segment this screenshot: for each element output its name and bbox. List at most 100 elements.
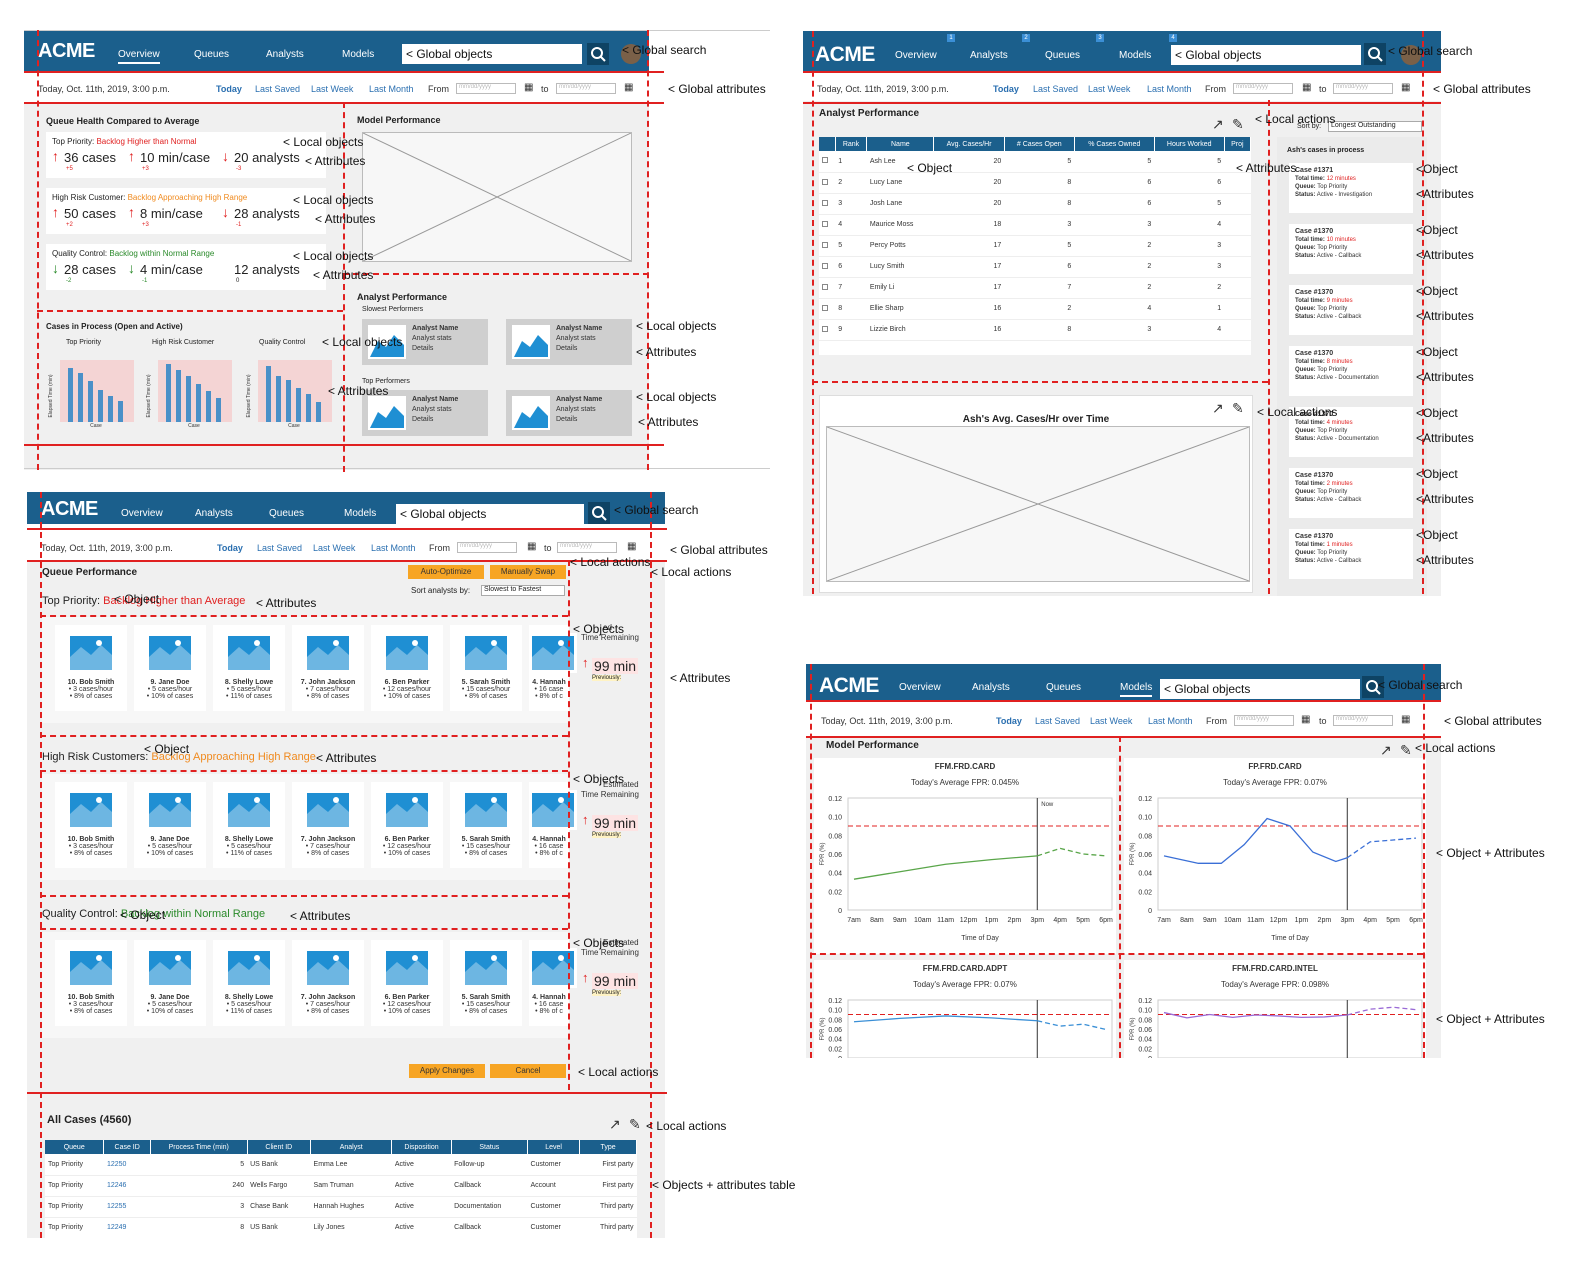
analyst-card[interactable]: 4. Hannah • 16 case • 8% of c bbox=[529, 625, 577, 711]
table-row[interactable]: 7 Emily Li 17 7 2 2 bbox=[819, 277, 1251, 299]
column-header[interactable]: Rank bbox=[835, 137, 868, 151]
share-icon[interactable]: ↗ bbox=[1212, 400, 1224, 417]
table-row[interactable]: Top Priority 12249 8 US Bank Lily Jones Activ… bbox=[45, 1217, 637, 1238]
filter-last-week[interactable]: Last Week bbox=[311, 84, 353, 94]
search-button[interactable] bbox=[588, 502, 610, 524]
row-checkbox[interactable] bbox=[819, 151, 836, 173]
nav-models[interactable]: Models bbox=[1120, 682, 1153, 697]
nav-queues[interactable]: Queues bbox=[194, 49, 229, 60]
search-button[interactable] bbox=[1364, 43, 1386, 65]
to-date-input[interactable]: mm/dd/yyyy bbox=[1333, 83, 1393, 94]
nav-overview[interactable]: Overview bbox=[121, 508, 163, 519]
column-header[interactable]: Level bbox=[527, 1140, 581, 1154]
analyst-card[interactable]: 5. Sarah Smith • 15 cases/hour • 8% of cas… bbox=[450, 782, 522, 868]
filter-last-saved[interactable]: Last Saved bbox=[257, 543, 302, 553]
column-header[interactable]: Name bbox=[866, 137, 935, 151]
mini-bar-chart[interactable]: Elapsed Time (min) Case bbox=[144, 358, 234, 429]
column-header[interactable]: # Cases Open bbox=[1004, 137, 1075, 151]
global-search-input[interactable]: < Global objects bbox=[1160, 679, 1360, 699]
model-chart[interactable]: FP.FRD.CARD Today's Average FPR: 0.07% 0… bbox=[1124, 758, 1426, 954]
queue-health-card-3[interactable]: Quality Control: Backlog within Normal R… bbox=[46, 244, 326, 290]
edit-icon[interactable]: ✎ bbox=[1400, 742, 1412, 759]
from-date-input[interactable]: mm/dd/yyyy bbox=[1233, 83, 1293, 94]
calendar-icon[interactable]: ▦ bbox=[1301, 714, 1310, 725]
from-date-input[interactable]: mm/dd/yyyy bbox=[456, 83, 516, 94]
analyst-card[interactable]: 7. John Jackson • 7 cases/hour • 8% of cas… bbox=[292, 782, 364, 868]
column-header[interactable]: Avg. Cases/Hr bbox=[933, 137, 1005, 151]
filter-today[interactable]: Today bbox=[217, 543, 243, 553]
calendar-icon[interactable]: ▦ bbox=[627, 541, 636, 552]
case-card[interactable]: Case #1370 Total time: 1 minutes Queue: To… bbox=[1289, 529, 1413, 579]
nav-models[interactable]: Models bbox=[1119, 50, 1151, 61]
from-date-input[interactable]: mm/dd/yyyy bbox=[457, 542, 517, 553]
share-icon[interactable]: ↗ bbox=[1212, 116, 1224, 133]
share-icon[interactable]: ↗ bbox=[1380, 742, 1392, 759]
nav-overview[interactable]: Overview bbox=[118, 49, 160, 64]
filter-today[interactable]: Today bbox=[996, 716, 1022, 726]
filter-last-week[interactable]: Last Week bbox=[313, 543, 355, 553]
column-header[interactable]: Proj bbox=[1224, 137, 1251, 151]
case-card[interactable]: Case #1370 Total time: 8 minutes Queue: To… bbox=[1289, 346, 1413, 396]
analyst-card[interactable]: 8. Shelly Lowe • 5 cases/hour • 11% of cas… bbox=[213, 940, 285, 1026]
calendar-icon[interactable]: ▦ bbox=[1401, 714, 1410, 725]
nav-queues[interactable]: Queues bbox=[269, 508, 304, 519]
filter-today[interactable]: Today bbox=[993, 84, 1019, 94]
analyst-card[interactable]: 5. Sarah Smith • 15 cases/hour • 8% of cas… bbox=[450, 940, 522, 1026]
row-checkbox[interactable] bbox=[819, 256, 836, 278]
analyst-card[interactable]: 10. Bob Smith • 3 cases/hour • 8% of cases bbox=[55, 940, 127, 1026]
table-row[interactable]: 6 Lucy Smith 17 6 2 3 bbox=[819, 256, 1251, 278]
table-row[interactable]: 2 Lucy Lane 20 8 6 6 bbox=[819, 172, 1251, 194]
analyst-card[interactable]: 6. Ben Parker • 12 cases/hour • 10% of cas… bbox=[371, 625, 443, 711]
nav-models[interactable]: Models bbox=[344, 508, 376, 519]
auto-optimize-button[interactable]: Auto-Optimize bbox=[408, 565, 484, 579]
to-date-input[interactable]: mm/dd/yyyy bbox=[1333, 715, 1393, 726]
global-search-input[interactable]: < Global objects bbox=[402, 44, 582, 64]
row-checkbox[interactable] bbox=[819, 319, 836, 341]
analyst-card[interactable]: 8. Shelly Lowe • 5 cases/hour • 11% of cas… bbox=[213, 625, 285, 711]
column-header[interactable]: Type bbox=[579, 1140, 637, 1154]
analyst-card[interactable]: 6. Ben Parker • 12 cases/hour • 10% of cas… bbox=[371, 940, 443, 1026]
case-card[interactable]: Case #1370 Total time: 2 minutes Queue: To… bbox=[1289, 468, 1413, 518]
table-cell[interactable]: 12249 bbox=[103, 1217, 151, 1238]
to-date-input[interactable]: mm/dd/yyyy bbox=[557, 542, 617, 553]
edit-icon[interactable]: ✎ bbox=[1232, 400, 1244, 417]
table-row[interactable]: 5 Percy Potts 17 5 2 3 bbox=[819, 235, 1251, 257]
column-header[interactable]: Analyst bbox=[310, 1140, 393, 1154]
case-card[interactable]: Case #1370 Total time: 9 minutes Queue: To… bbox=[1289, 285, 1413, 335]
sort-select[interactable]: Longest Outstanding bbox=[1328, 121, 1422, 132]
from-date-input[interactable]: mm/dd/yyyy bbox=[1234, 715, 1294, 726]
filter-last-saved[interactable]: Last Saved bbox=[255, 84, 300, 94]
analyst-chart-card[interactable]: Ash's Avg. Cases/Hr over Time bbox=[819, 395, 1253, 593]
table-row[interactable]: Top Priority 12255 3 Chase Bank Hannah Hughe… bbox=[45, 1196, 637, 1218]
analyst-card[interactable]: Analyst Name Analyst stats Details bbox=[506, 319, 632, 365]
row-checkbox[interactable] bbox=[819, 235, 836, 257]
sort-select[interactable]: Slowest to Fastest bbox=[481, 585, 565, 596]
column-header[interactable]: Client ID bbox=[247, 1140, 312, 1154]
analyst-card[interactable]: 7. John Jackson • 7 cases/hour • 8% of cas… bbox=[292, 940, 364, 1026]
apply-changes-button[interactable]: Apply Changes bbox=[409, 1064, 485, 1078]
global-search-input[interactable]: < Global objects bbox=[1171, 45, 1361, 65]
manually-swap-button[interactable]: Manually Swap bbox=[490, 565, 566, 579]
calendar-icon[interactable]: ▦ bbox=[524, 82, 533, 93]
column-header[interactable]: % Cases Owned bbox=[1074, 137, 1155, 151]
model-chart-placeholder[interactable] bbox=[362, 132, 632, 262]
mini-bar-chart[interactable]: Elapsed Time (min) Case bbox=[244, 358, 334, 429]
table-cell[interactable]: 12246 bbox=[103, 1175, 151, 1197]
nav-queues[interactable]: Queues bbox=[1046, 682, 1081, 693]
share-icon[interactable]: ↗ bbox=[609, 1116, 621, 1133]
filter-last-month[interactable]: Last Month bbox=[371, 543, 416, 553]
nav-queues[interactable]: Queues bbox=[1045, 50, 1080, 61]
nav-models[interactable]: Models bbox=[342, 49, 374, 60]
global-search-input[interactable]: < Global objects bbox=[396, 504, 584, 524]
table-cell[interactable]: 12250 bbox=[103, 1154, 151, 1176]
analyst-card[interactable]: 9. Jane Doe • 5 cases/hour • 10% of cases bbox=[134, 782, 206, 868]
analyst-card[interactable]: Analyst Name Analyst stats Details bbox=[506, 390, 632, 436]
analyst-card[interactable]: 10. Bob Smith • 3 cases/hour • 8% of cases bbox=[55, 782, 127, 868]
nav-analysts[interactable]: Analysts bbox=[972, 682, 1010, 693]
filter-last-month[interactable]: Last Month bbox=[369, 84, 414, 94]
column-header[interactable]: Queue bbox=[45, 1140, 105, 1154]
filter-last-month[interactable]: Last Month bbox=[1147, 84, 1192, 94]
row-checkbox[interactable] bbox=[819, 193, 836, 215]
case-card[interactable]: Case #1370 Total time: 10 minutes Queue: T… bbox=[1289, 224, 1413, 274]
model-chart[interactable]: FFM.FRD.CARD Today's Average FPR: 0.045%… bbox=[814, 758, 1116, 954]
